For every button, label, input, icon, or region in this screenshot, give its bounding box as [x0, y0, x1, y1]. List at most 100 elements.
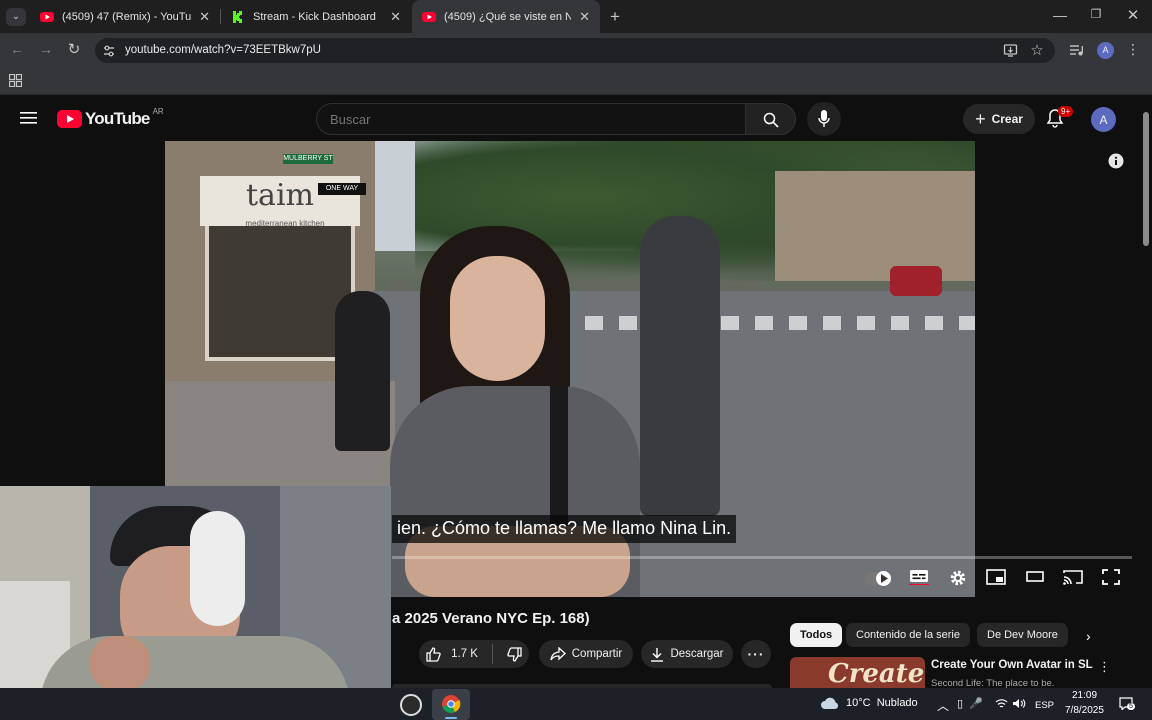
- tab-kick-dashboard[interactable]: Stream - Kick Dashboard ✕: [221, 0, 411, 33]
- active-app-indicator: [445, 717, 457, 719]
- cast-icon: [1063, 570, 1083, 585]
- search-box: [316, 103, 746, 135]
- share-label: Compartir: [571, 648, 623, 660]
- recommended-more-icon[interactable]: ⋮: [1098, 659, 1111, 675]
- close-window-icon[interactable]: ✕: [1123, 6, 1143, 24]
- reload-icon[interactable]: ↻: [65, 40, 83, 58]
- browser-menu-icon[interactable]: ⋮: [1126, 41, 1140, 58]
- like-button[interactable]: 1.7 K: [426, 646, 478, 662]
- download-button[interactable]: Descargar: [641, 640, 733, 668]
- pedestrian-dark: [335, 291, 390, 451]
- profile-avatar[interactable]: A: [1097, 42, 1114, 59]
- tab-active-video[interactable]: (4509) ¿Qué se viste en Nueva ✕: [412, 0, 600, 33]
- speaker-icon[interactable]: [1012, 698, 1026, 709]
- webcam-overlay: [0, 486, 391, 706]
- site-settings-icon[interactable]: [102, 44, 116, 58]
- youtube-play-logo-icon: [57, 110, 82, 128]
- red-car: [890, 266, 942, 296]
- notification-center[interactable]: 5: [1119, 697, 1135, 711]
- page-scrollbar[interactable]: [1140, 96, 1152, 688]
- close-icon[interactable]: ✕: [579, 9, 590, 25]
- sign-text: taim: [246, 178, 314, 213]
- hamburger-menu-icon[interactable]: [20, 111, 37, 125]
- settings-button[interactable]: [947, 569, 969, 589]
- language-indicator[interactable]: ESP: [1035, 700, 1054, 711]
- shop-sign-subtext: mediterranean kitchen: [245, 219, 325, 228]
- chrome-icon: [442, 695, 461, 713]
- restore-icon[interactable]: ❐: [1086, 7, 1106, 21]
- close-icon[interactable]: ✕: [199, 9, 210, 25]
- chip-series-content[interactable]: Contenido de la serie: [846, 623, 970, 647]
- youtube-icon: [422, 11, 436, 22]
- pill-divider: [491, 644, 493, 664]
- recommended-title[interactable]: Create Your Own Avatar in SL: [931, 659, 1093, 671]
- thumbnail-text: Create: [828, 659, 925, 688]
- chip-todos[interactable]: Todos: [790, 623, 843, 647]
- back-icon[interactable]: ←: [8, 41, 26, 57]
- webcam-headset: [190, 511, 245, 626]
- thumbs-down-icon[interactable]: [507, 646, 522, 662]
- recommended-thumbnail[interactable]: Create: [790, 657, 925, 688]
- gear-icon: [950, 570, 966, 586]
- url-text: youtube.com/watch?v=73EETBkw7pU: [125, 44, 321, 56]
- webcam-hand: [90, 636, 150, 691]
- taskbar-app-chrome[interactable]: [432, 689, 470, 720]
- miniplayer-icon: [986, 569, 1006, 585]
- search-button[interactable]: [745, 103, 796, 135]
- forward-icon[interactable]: →: [37, 41, 55, 57]
- account-avatar[interactable]: A: [1091, 107, 1116, 132]
- close-icon[interactable]: ✕: [390, 9, 401, 25]
- bookmark-star-icon[interactable]: ☆: [1028, 41, 1046, 59]
- theater-mode-button[interactable]: [1024, 569, 1046, 589]
- chip-from-channel[interactable]: De Dev Moore: [977, 623, 1068, 647]
- media-controls-icon[interactable]: [1069, 43, 1084, 57]
- cast-button[interactable]: [1062, 569, 1084, 589]
- more-horizontal-icon: ···: [747, 646, 765, 662]
- share-icon: [550, 647, 566, 661]
- shop-window: [205, 211, 355, 361]
- voice-search-button[interactable]: [807, 102, 841, 136]
- tray-icons[interactable]: ▯🎤: [957, 697, 989, 710]
- progress-bar[interactable]: [392, 556, 1132, 559]
- tab-search-icon[interactable]: ⌄: [6, 8, 26, 26]
- tab-strip: ⌄ (4509) 47 (Remix) - YouTube ✕ Stream -…: [0, 0, 1152, 33]
- scrollbar-thumb[interactable]: [1143, 112, 1149, 246]
- search-input[interactable]: [330, 104, 730, 134]
- notification-count: 5: [1127, 703, 1135, 710]
- tray-expand-icon[interactable]: ︿: [937, 697, 949, 714]
- install-app-icon[interactable]: [1003, 43, 1018, 58]
- minimize-icon[interactable]: —: [1050, 7, 1070, 23]
- clock-date[interactable]: 7/8/2025: [1065, 705, 1104, 716]
- tab-title: (4509) ¿Qué se viste en Nueva: [444, 10, 572, 23]
- subject-face: [450, 256, 545, 381]
- download-label: Descargar: [670, 648, 724, 660]
- chips-next-icon[interactable]: ›: [1086, 628, 1091, 644]
- create-button[interactable]: + Crear: [963, 104, 1035, 134]
- notification-badge: 9+: [1058, 106, 1074, 117]
- fullscreen-button[interactable]: [1100, 569, 1122, 589]
- more-actions-button[interactable]: ···: [741, 640, 771, 668]
- video-title: a 2025 Verano NYC Ep. 168): [392, 610, 590, 627]
- taskbar-app-obs[interactable]: [400, 694, 422, 716]
- theater-mode-icon: [1026, 571, 1044, 582]
- autoplay-toggle[interactable]: [864, 571, 892, 586]
- clock-time[interactable]: 21:09: [1072, 690, 1097, 701]
- tab-youtube-remix[interactable]: (4509) 47 (Remix) - YouTube ✕: [30, 0, 220, 33]
- like-dislike-group: 1.7 K: [419, 640, 529, 668]
- miniplayer-button[interactable]: [985, 569, 1007, 589]
- youtube-logo[interactable]: YouTube AR: [57, 107, 164, 129]
- recommended-channel[interactable]: Second Life: The place to be.: [931, 678, 1054, 688]
- kick-icon: [231, 9, 245, 24]
- share-button[interactable]: Compartir: [539, 640, 633, 668]
- tab-title: (4509) 47 (Remix) - YouTube: [62, 10, 192, 23]
- fullscreen-icon: [1102, 569, 1120, 585]
- video-subtitle: ien. ¿Cómo te llamas? Me llamo Nina Lin.: [392, 515, 737, 543]
- notifications-button[interactable]: 9+: [1046, 106, 1074, 130]
- subtitles-button[interactable]: [908, 569, 930, 589]
- apps-grid-icon[interactable]: [9, 74, 22, 87]
- info-icon[interactable]: [1108, 153, 1124, 169]
- new-tab-icon[interactable]: +: [606, 7, 624, 27]
- search-icon: [763, 112, 779, 128]
- wifi-icon[interactable]: [995, 698, 1008, 709]
- weather-text[interactable]: 10°C Nublado: [846, 697, 918, 709]
